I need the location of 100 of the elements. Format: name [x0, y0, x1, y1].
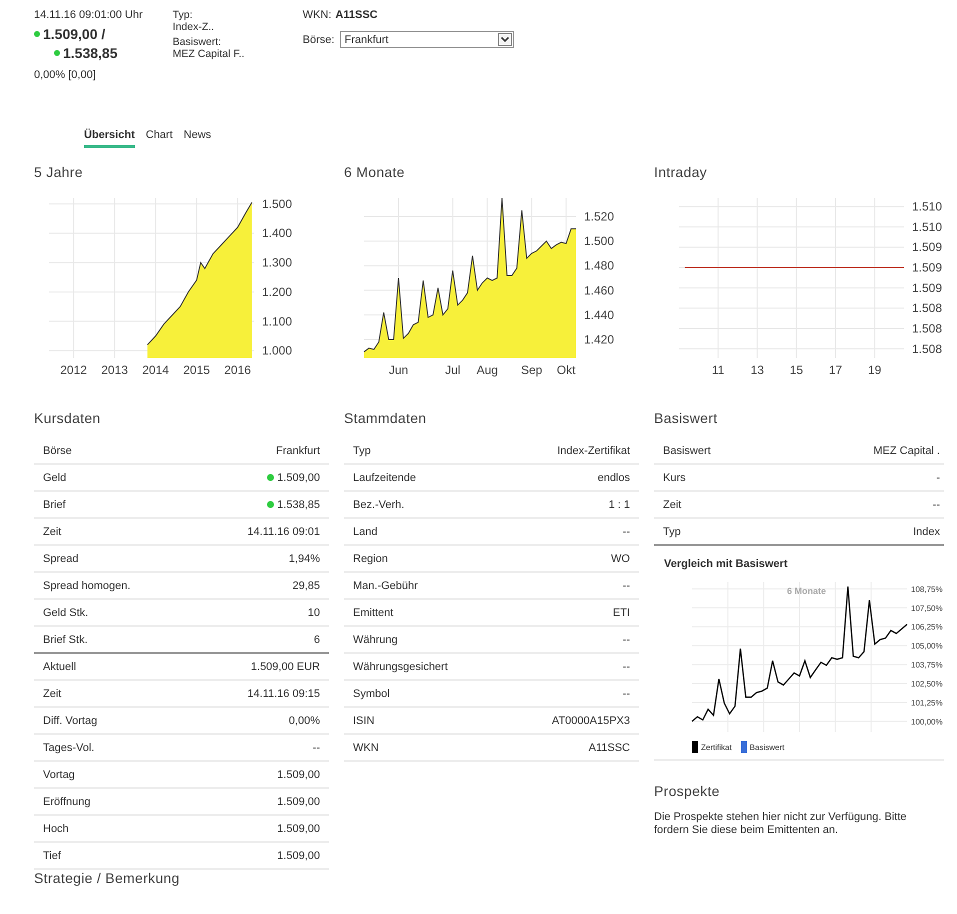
x-tick-label: 2015 [183, 363, 210, 377]
x-tick-label: Sep [520, 363, 542, 377]
row-label: Währungsgesichert [353, 660, 448, 672]
chart-title: 5 Jahre [34, 164, 84, 180]
price-change: 0,00% [0,00] [34, 69, 97, 81]
row-label: Tief [43, 850, 61, 862]
row-label: Bez.-Verh. [353, 498, 404, 510]
bid-price: 1.509,00 / [43, 26, 106, 42]
row-label: Laufzeitende [353, 472, 416, 484]
x-tick-label: 2013 [101, 363, 128, 377]
row-value: 1.509,00 [277, 796, 320, 808]
row-value: A11SSC [588, 742, 630, 754]
x-tick-label: 13 [750, 363, 764, 377]
tab[interactable]: News [184, 129, 212, 148]
row-value: 0,00% [288, 714, 320, 726]
row-label: ISIN [353, 714, 374, 726]
row-value: 29,85 [292, 580, 320, 592]
y-tick-label: 1.509 [912, 240, 942, 254]
row-label: Emittent [353, 606, 394, 618]
row-label: Tages-Vol. [43, 742, 94, 754]
tab[interactable]: Übersicht [84, 129, 135, 148]
row-label: Spread homogen. [43, 580, 130, 592]
chart-title: Vergleich mit Basiswert [664, 558, 788, 570]
row-value: 1.509,00 EUR [250, 660, 320, 672]
section-title: Prospekte [654, 783, 721, 799]
row-label: WKN [353, 742, 379, 754]
ask-price: 1.538,85 [63, 45, 118, 61]
y-tick-label: 1.508 [912, 342, 942, 356]
y-tick-label: 1.480 [584, 258, 614, 273]
row-label: Land [353, 526, 378, 538]
row-label: Eröffnung [43, 796, 91, 808]
y-tick-label: 108,75% [911, 584, 943, 594]
y-tick-label: 1.400 [262, 226, 292, 240]
x-tick-label: 2012 [60, 363, 87, 377]
info-label: Basiswert: [172, 36, 222, 48]
caret-icon [498, 33, 512, 46]
row-label: Diff. Vortag [43, 714, 98, 726]
quote-timestamp: 14.11.16 09:01:00 Uhr [34, 9, 143, 21]
row-value: 1,94% [288, 552, 320, 564]
legend-label: Zertifikat [701, 742, 732, 752]
x-tick-label: Jun [388, 363, 408, 377]
x-tick-label: 2016 [224, 363, 251, 377]
row-label: Hoch [43, 822, 69, 834]
row-label: Vortag [43, 768, 75, 780]
row-value: endlos [598, 472, 630, 484]
chart-annotation: 6 Monate [787, 586, 826, 596]
y-tick-label: 106,25% [911, 622, 943, 632]
x-tick-label: Jul [445, 363, 460, 377]
row-value: 1.509,00 [277, 850, 320, 862]
info-label: Typ: [172, 9, 194, 21]
row-value: -- [622, 688, 630, 700]
x-tick-label: 17 [828, 363, 842, 377]
tab[interactable]: Chart [146, 129, 173, 148]
info-text: Die Prospekte stehen hier nicht zur Verfügung. Bitte fordern Sie diese beim Emittenten an. [654, 811, 908, 837]
exchange-label: Börse: [302, 34, 334, 46]
row-value: WO [611, 552, 630, 564]
row-value: 6 [314, 634, 320, 646]
row-value: Index [913, 526, 940, 538]
row-value: - [936, 472, 940, 484]
row-value: -- [622, 580, 630, 592]
x-tick-label: Okt [556, 363, 576, 377]
y-tick-label: 1.510 [912, 200, 942, 214]
row-value: MEZ Capital . [873, 444, 940, 456]
info-value: Index-Z.. [172, 21, 216, 33]
y-tick-label: 1.200 [262, 284, 292, 299]
y-tick-label: 1.420 [584, 332, 614, 347]
y-tick-label: 1.508 [912, 301, 942, 316]
row-value: 1.538,85 [277, 498, 320, 510]
y-tick-label: 101,25% [911, 698, 943, 708]
y-tick-label: 103,75% [911, 660, 943, 670]
y-tick-label: 102,50% [911, 680, 943, 689]
chart-title: Intraday [654, 164, 708, 180]
y-tick-label: 105,00% [911, 642, 943, 651]
row-value: ETI [612, 606, 630, 618]
row-value: -- [622, 526, 630, 538]
row-value: -- [622, 660, 630, 672]
row-label: Spread [43, 552, 78, 564]
x-tick-label: 15 [790, 363, 804, 377]
x-tick-label: Aug [476, 363, 498, 377]
section-title: Stammdaten [344, 410, 428, 426]
row-label: Region [353, 552, 388, 564]
row-label: Brief [43, 498, 66, 510]
section-title: Kursdaten [34, 410, 102, 426]
row-value: 1.509,00 [277, 822, 320, 834]
row-value: Index-Zertifikat [557, 444, 630, 456]
exchange-dropdown[interactable]: Frankfurt [340, 31, 514, 48]
chart-title: 6 Monate [344, 164, 406, 180]
row-label: Geld [43, 472, 66, 484]
row-label: Brief Stk. [43, 634, 88, 646]
row-value: -- [622, 634, 630, 646]
row-label: Börse [43, 444, 72, 456]
row-value: 1.509,00 [277, 472, 320, 484]
y-tick-label: 1.500 [584, 234, 614, 248]
row-label: Aktuell [43, 660, 76, 672]
row-value: -- [312, 742, 320, 754]
y-tick-label: 1.508 [912, 321, 942, 336]
row-value: -- [932, 498, 940, 510]
section-title: Basiswert [654, 410, 718, 426]
row-value: Frankfurt [276, 444, 320, 456]
row-value: 1 : 1 [608, 498, 630, 510]
